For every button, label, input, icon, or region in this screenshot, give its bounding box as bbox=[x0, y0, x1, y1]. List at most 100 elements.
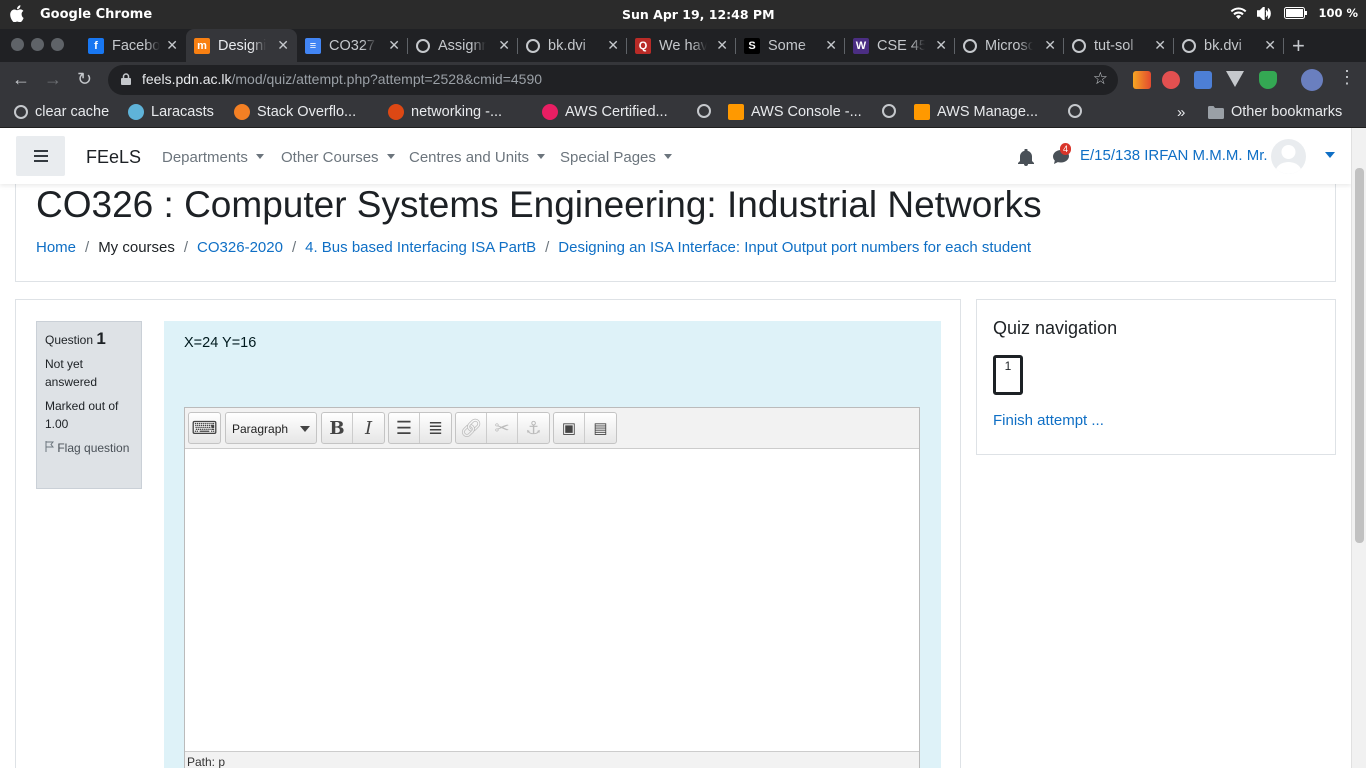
chrome-menu-icon[interactable]: ⋮ bbox=[1338, 67, 1356, 88]
close-tab-icon[interactable]: ✕ bbox=[1264, 37, 1276, 54]
extension-icon-1[interactable] bbox=[1133, 71, 1151, 89]
browser-tab[interactable]: tut-sol ✕ bbox=[1064, 29, 1174, 62]
bold-icon[interactable]: B bbox=[322, 413, 353, 443]
volume-icon[interactable] bbox=[1257, 6, 1274, 20]
close-tab-icon[interactable]: ✕ bbox=[277, 37, 289, 54]
reload-button[interactable]: ↻ bbox=[77, 69, 92, 90]
site-brand[interactable]: FEeLS bbox=[86, 147, 141, 168]
avatar[interactable] bbox=[1271, 139, 1306, 174]
menu-other-courses[interactable]: Other Courses bbox=[281, 149, 395, 166]
numbered-list-icon[interactable]: ≣ bbox=[420, 413, 451, 443]
close-tab-icon[interactable]: ✕ bbox=[1044, 37, 1056, 54]
tab-title: Facebook bbox=[112, 37, 160, 54]
quiz-nav-question-button[interactable]: 1 bbox=[993, 355, 1023, 395]
bookmark-item[interactable]: clear cache bbox=[14, 104, 109, 120]
flag-question-label: Flag question bbox=[57, 441, 130, 455]
menu-departments[interactable]: Departments bbox=[162, 149, 264, 166]
bookmarks-overflow-button[interactable]: » bbox=[1177, 104, 1185, 121]
toolbar-group-links: 🔗︎ ✂ ⚓︎ bbox=[455, 412, 550, 444]
new-tab-button[interactable]: + bbox=[1292, 33, 1305, 59]
back-button[interactable]: ← bbox=[12, 69, 30, 90]
browser-tab[interactable]: Q We have ✕ bbox=[627, 29, 736, 62]
browser-tab[interactable]: bk.dvi ✕ bbox=[1174, 29, 1284, 62]
google-translate-icon[interactable] bbox=[1194, 71, 1212, 89]
facebook-icon: f bbox=[88, 37, 104, 54]
scribd-icon: S bbox=[744, 37, 760, 54]
browser-tab[interactable]: Microsoft ✕ bbox=[955, 29, 1064, 62]
menubar-clock[interactable]: Sun Apr 19, 12:48 PM bbox=[622, 7, 775, 22]
drawer-toggle-button[interactable] bbox=[16, 136, 65, 176]
bullet-list-icon[interactable]: ☰ bbox=[389, 413, 420, 443]
active-app-name[interactable]: Google Chrome bbox=[40, 7, 152, 22]
browser-tab[interactable]: W CSE 45 ✕ bbox=[845, 29, 955, 62]
breadcrumb-course[interactable]: CO326-2020 bbox=[197, 239, 283, 256]
paragraph-format-select[interactable]: Paragraph bbox=[225, 412, 317, 444]
link-icon[interactable]: 🔗︎ bbox=[456, 413, 487, 443]
bookmark-item[interactable] bbox=[697, 104, 711, 118]
extension-icon-2[interactable] bbox=[1162, 71, 1180, 89]
menu-special-pages[interactable]: Special Pages bbox=[560, 149, 672, 166]
browser-tab[interactable]: Assignment ✕ bbox=[408, 29, 518, 62]
close-tab-icon[interactable]: ✕ bbox=[935, 37, 947, 54]
browser-tab[interactable]: m Designing ✕ bbox=[186, 29, 297, 62]
bookmarks-bar: clear cache Laracasts Stack Overflo... netw… bbox=[0, 98, 1366, 128]
profile-avatar-icon[interactable] bbox=[1301, 69, 1323, 91]
menu-centres-units[interactable]: Centres and Units bbox=[409, 149, 545, 166]
breadcrumb-section[interactable]: 4. Bus based Interfacing ISA PartB bbox=[305, 239, 536, 256]
image-icon[interactable]: ▣ bbox=[554, 413, 585, 443]
bookmark-item[interactable]: networking -... bbox=[388, 104, 502, 120]
messages-count-badge: 4 bbox=[1060, 143, 1072, 155]
user-menu-caret-icon[interactable] bbox=[1325, 152, 1335, 158]
bookmark-star-icon[interactable]: ☆ bbox=[1093, 69, 1108, 89]
close-tab-icon[interactable]: ✕ bbox=[1154, 37, 1166, 54]
bookmark-item[interactable] bbox=[882, 104, 896, 118]
unlink-icon[interactable]: ✂ bbox=[487, 413, 518, 443]
shield-extension-icon[interactable] bbox=[1259, 71, 1277, 89]
browser-tab[interactable]: ≡ CO327 ✕ bbox=[297, 29, 408, 62]
question-number-value: 1 bbox=[96, 329, 106, 348]
media-icon[interactable]: ▤ bbox=[585, 413, 616, 443]
tab-title: We have bbox=[659, 37, 707, 54]
bookmark-item[interactable]: AWS Console -... bbox=[728, 104, 862, 120]
address-bar[interactable]: feels.pdn.ac.lk/mod/quiz/attempt.php?att… bbox=[108, 65, 1118, 95]
breadcrumb-home[interactable]: Home bbox=[36, 239, 76, 256]
wifi-icon[interactable] bbox=[1230, 7, 1247, 19]
close-tab-icon[interactable]: ✕ bbox=[498, 37, 510, 54]
other-bookmarks-folder[interactable]: Other bookmarks bbox=[1208, 104, 1342, 120]
scrollbar-thumb[interactable] bbox=[1355, 168, 1364, 543]
finish-attempt-link[interactable]: Finish attempt ... bbox=[993, 412, 1104, 429]
browser-tab[interactable]: S Some ✕ bbox=[736, 29, 845, 62]
bookmark-item[interactable]: Stack Overflo... bbox=[234, 104, 356, 120]
quiz-navigation-block: Quiz navigation 1 Finish attempt ... bbox=[976, 299, 1336, 455]
user-menu-name[interactable]: E/15/138 IRFAN M.M.M. Mr. bbox=[1080, 147, 1268, 164]
lock-icon[interactable] bbox=[121, 73, 131, 85]
close-tab-icon[interactable]: ✕ bbox=[166, 37, 178, 54]
bookmark-item[interactable] bbox=[1068, 104, 1082, 118]
vue-devtools-icon[interactable] bbox=[1226, 71, 1244, 87]
breadcrumb-activity[interactable]: Designing an ISA Interface: Input Output… bbox=[558, 239, 1031, 256]
bookmark-item[interactable]: Laracasts bbox=[128, 104, 214, 120]
page-scrollbar[interactable] bbox=[1351, 128, 1366, 768]
url-text[interactable]: feels.pdn.ac.lk/mod/quiz/attempt.php?att… bbox=[142, 71, 542, 87]
apple-icon[interactable] bbox=[10, 5, 24, 22]
close-tab-icon[interactable]: ✕ bbox=[716, 37, 728, 54]
askubuntu-icon bbox=[388, 104, 404, 120]
editor-text-area[interactable] bbox=[185, 449, 919, 747]
flag-question-button[interactable]: Flag question bbox=[45, 439, 133, 457]
italic-icon[interactable]: I bbox=[353, 413, 384, 443]
notification-bell-icon[interactable] bbox=[1018, 149, 1034, 166]
close-tab-icon[interactable]: ✕ bbox=[825, 37, 837, 54]
browser-tab[interactable]: f Facebook ✕ bbox=[80, 29, 186, 62]
question-info-panel: Question 1 Not yet answered Marked out o… bbox=[36, 321, 142, 489]
bookmark-item[interactable]: AWS Manage... bbox=[914, 104, 1038, 120]
anchor-icon[interactable]: ⚓︎ bbox=[518, 413, 549, 443]
forward-button[interactable]: → bbox=[44, 69, 62, 90]
browser-tab[interactable]: bk.dvi ✕ bbox=[518, 29, 627, 62]
close-tab-icon[interactable]: ✕ bbox=[388, 37, 400, 54]
tab-title: bk.dvi bbox=[1204, 37, 1242, 54]
close-tab-icon[interactable]: ✕ bbox=[607, 37, 619, 54]
battery-percentage: 100 % bbox=[1318, 6, 1358, 20]
toolbar-toggle-icon[interactable]: ⌨ bbox=[189, 413, 220, 443]
bookmark-item[interactable]: AWS Certified... bbox=[542, 104, 668, 120]
battery-icon[interactable] bbox=[1284, 7, 1308, 19]
